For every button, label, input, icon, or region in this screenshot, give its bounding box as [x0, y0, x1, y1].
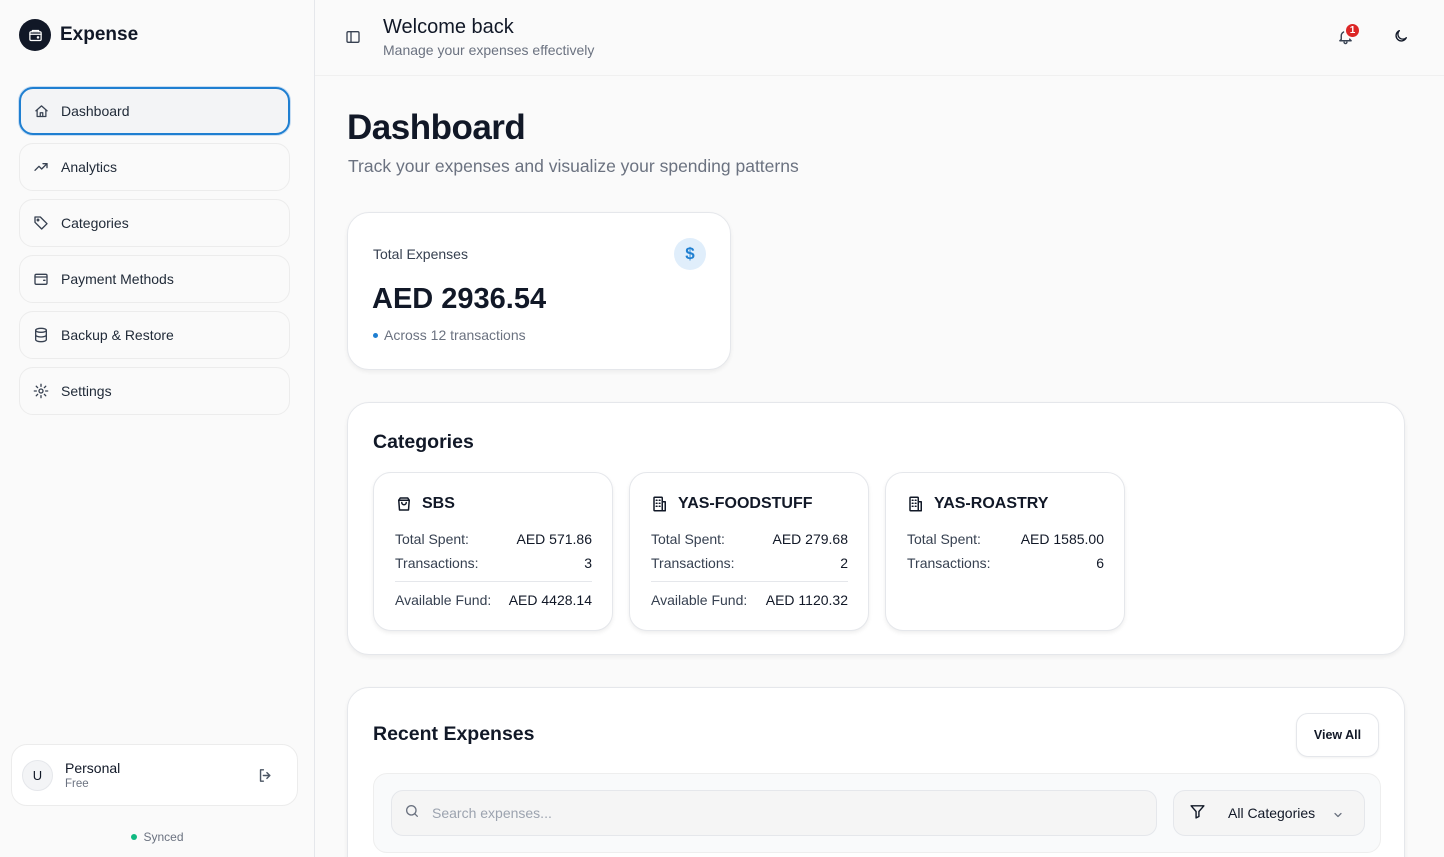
page-subtitle: Track your expenses and visualize your s…	[348, 156, 799, 176]
transactions-label: Transactions:	[651, 555, 735, 571]
shopping-bag-icon	[395, 495, 413, 513]
moon-icon[interactable]	[1393, 28, 1409, 44]
category-card-yas-roastry[interactable]: YAS-ROASTRY Total Spent: AED 1585.00 Tra…	[885, 472, 1125, 631]
available-fund-label: Available Fund:	[651, 592, 748, 608]
filter-bar: All Categories	[373, 773, 1381, 853]
divider	[651, 581, 848, 582]
gear-icon	[33, 383, 49, 399]
trending-up-icon	[33, 159, 49, 175]
category-name: YAS-ROASTRY	[934, 495, 1049, 512]
building-icon	[907, 495, 925, 513]
notification-badge: 1	[1344, 22, 1361, 39]
search-icon	[404, 803, 420, 824]
total-spent-value: AED 1585.00	[1020, 531, 1104, 547]
transaction-count: Across 12 transactions	[384, 327, 526, 343]
sidebar-item-label: Payment Methods	[61, 271, 174, 287]
total-spent-row: Total Spent: AED 279.68	[651, 531, 848, 547]
category-name: SBS	[422, 495, 455, 512]
transactions-row: Transactions: 2	[651, 555, 848, 571]
user-plan: Free	[65, 778, 89, 790]
sidebar-item-categories[interactable]: Categories	[19, 199, 290, 247]
app-name: Expense	[60, 24, 139, 45]
available-fund-value: AED 1120.32	[765, 592, 848, 608]
category-filter-select[interactable]: All Categories	[1173, 790, 1365, 836]
header-subtitle: Manage your expenses effectively	[383, 42, 595, 58]
transactions-value: 3	[584, 555, 592, 571]
sidebar-item-label: Dashboard	[61, 103, 130, 119]
chevron-down-icon	[1332, 808, 1344, 824]
available-fund-row: Available Fund: AED 1120.32	[651, 592, 848, 608]
divider	[395, 581, 592, 582]
category-header: YAS-ROASTRY	[907, 495, 1048, 513]
dot-icon	[373, 332, 378, 338]
total-spent-value: AED 571.86	[516, 531, 593, 547]
tag-icon	[33, 215, 49, 231]
transactions-label: Transactions:	[395, 555, 479, 571]
available-fund-row: Available Fund: AED 4428.14	[395, 592, 592, 608]
sidebar: Expense Dashboard Analytics Categories P…	[0, 0, 315, 857]
search-box[interactable]	[391, 790, 1157, 836]
wallet-icon	[33, 271, 49, 287]
total-spent-label: Total Spent:	[651, 531, 725, 547]
transactions-row: Transactions: 3	[395, 555, 592, 571]
category-card-yas-foodstuff[interactable]: YAS-FOODSTUFF Total Spent: AED 279.68 Tr…	[629, 472, 869, 631]
categories-panel: Categories SBS Total Spent: AED 571.86 T…	[347, 402, 1405, 655]
user-name: Personal	[65, 760, 121, 776]
sidebar-toggle-icon[interactable]	[345, 29, 361, 45]
sidebar-item-backup-restore[interactable]: Backup & Restore	[19, 311, 290, 359]
page-title: Dashboard	[347, 108, 526, 147]
transactions-label: Transactions:	[907, 555, 991, 571]
sidebar-item-label: Settings	[61, 383, 112, 399]
view-all-button[interactable]: View All	[1296, 713, 1379, 757]
avatar: U	[22, 759, 53, 791]
header-title: Welcome back	[383, 16, 514, 38]
sync-status-label: Synced	[143, 830, 184, 844]
available-fund-value: AED 4428.14	[508, 592, 592, 608]
database-icon	[33, 327, 49, 343]
category-filter-value: All Categories	[1228, 805, 1316, 821]
sidebar-item-settings[interactable]: Settings	[19, 367, 290, 415]
categories-title: Categories	[373, 431, 474, 453]
category-header: SBS	[395, 495, 455, 513]
category-card-sbs[interactable]: SBS Total Spent: AED 571.86 Transactions…	[373, 472, 613, 631]
sidebar-nav: Dashboard Analytics Categories Payment M…	[19, 87, 290, 423]
dollar-icon: $	[674, 238, 706, 270]
available-fund-label: Available Fund:	[395, 592, 492, 608]
total-spent-row: Total Spent: AED 571.86	[395, 531, 592, 547]
building-icon	[651, 495, 669, 513]
sync-dot-icon	[131, 834, 138, 840]
sidebar-item-payment-methods[interactable]: Payment Methods	[19, 255, 290, 303]
brand[interactable]: Expense	[19, 19, 138, 51]
category-header: YAS-FOODSTUFF	[651, 495, 813, 513]
total-expenses-meta: Across 12 transactions	[373, 327, 526, 343]
category-name: YAS-FOODSTUFF	[678, 495, 813, 512]
sidebar-item-label: Analytics	[61, 159, 118, 175]
search-input[interactable]	[432, 805, 1132, 821]
transactions-value: 2	[840, 555, 848, 571]
filter-icon	[1189, 803, 1206, 823]
sidebar-item-analytics[interactable]: Analytics	[19, 143, 290, 191]
total-expenses-value: AED 2936.54	[372, 283, 547, 315]
transactions-value: 6	[1096, 555, 1104, 571]
wallet-logo-icon	[19, 19, 51, 51]
total-spent-row: Total Spent: AED 1585.00	[907, 531, 1104, 547]
user-card[interactable]: U Personal Free	[11, 744, 298, 806]
home-icon	[33, 103, 49, 119]
top-header: Welcome back Manage your expenses effect…	[315, 0, 1444, 76]
total-spent-value: AED 279.68	[772, 531, 849, 547]
sidebar-item-label: Categories	[61, 215, 129, 231]
total-spent-label: Total Spent:	[395, 531, 469, 547]
total-expenses-label: Total Expenses	[373, 246, 468, 262]
logout-icon[interactable]	[257, 767, 275, 785]
recent-expenses-panel: Recent Expenses View All All Categories	[347, 687, 1405, 857]
sync-status: Synced	[0, 830, 315, 844]
transactions-row: Transactions: 6	[907, 555, 1104, 571]
sidebar-item-dashboard[interactable]: Dashboard	[19, 87, 290, 135]
total-spent-label: Total Spent:	[907, 531, 981, 547]
total-expenses-card: Total Expenses $ AED 2936.54 Across 12 t…	[347, 212, 731, 370]
sidebar-item-label: Backup & Restore	[61, 327, 174, 343]
recent-expenses-title: Recent Expenses	[373, 723, 535, 745]
